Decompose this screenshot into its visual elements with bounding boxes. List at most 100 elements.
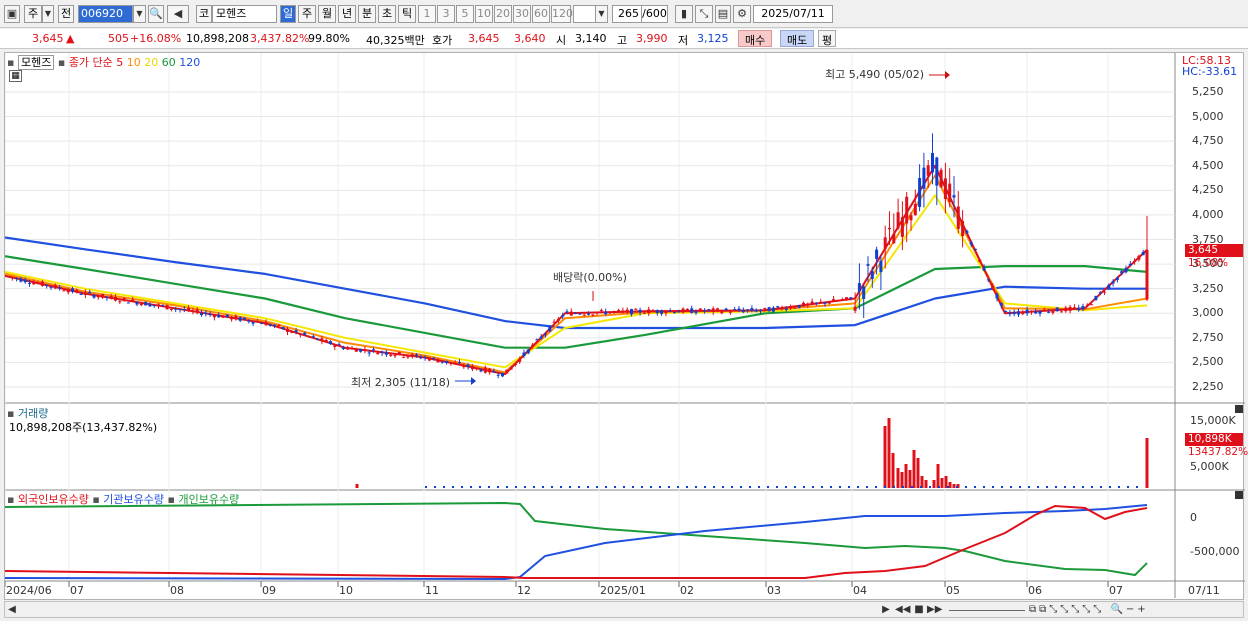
sell-button[interactable]: 매도 bbox=[780, 30, 815, 47]
chart-tools-icon[interactable]: ⧉⧉⤡⤡⤡⤡⤡ 🔍−+ bbox=[1029, 603, 1229, 617]
close-icon[interactable] bbox=[1235, 405, 1243, 413]
candle-body bbox=[926, 165, 930, 176]
candle-body bbox=[552, 321, 556, 323]
chevron-down-icon[interactable]: ▼ bbox=[42, 5, 54, 23]
volume-bar bbox=[887, 418, 891, 488]
tab-minute[interactable]: 분 bbox=[358, 5, 376, 23]
candle-body bbox=[776, 306, 780, 308]
window-menu-icon[interactable]: ▣ bbox=[4, 5, 20, 23]
volume-tick: 5,000K bbox=[1190, 460, 1229, 473]
candle-body bbox=[943, 178, 947, 199]
candle-body bbox=[767, 307, 771, 312]
volume-bar bbox=[623, 486, 625, 488]
candle-body bbox=[1004, 311, 1008, 312]
low-price: 3,125 bbox=[697, 32, 729, 45]
volume-bar bbox=[560, 486, 562, 488]
chart-scrollbar[interactable]: ◀ ▶ ◀◀ ■ ▶▶ ⧉⧉⤡⤡⤡⤡⤡ 🔍−+ bbox=[4, 601, 1244, 618]
minute-option[interactable]: 1 bbox=[418, 5, 436, 23]
volume-bar bbox=[912, 450, 916, 488]
candle-body bbox=[1064, 307, 1068, 312]
ma5-label: 5 bbox=[116, 56, 124, 69]
search-icon[interactable]: 🔍 bbox=[148, 5, 164, 23]
count-input[interactable]: 265 bbox=[612, 5, 642, 23]
calculator-icon[interactable]: ▦ bbox=[9, 70, 22, 82]
volume-bar bbox=[434, 486, 436, 488]
gear-icon[interactable]: ⚙ bbox=[733, 5, 751, 23]
volume-bar bbox=[524, 486, 526, 488]
candle-body bbox=[139, 303, 143, 306]
candle-body bbox=[320, 338, 324, 342]
volume-bar bbox=[830, 486, 832, 488]
forward-icon[interactable]: ▶▶ bbox=[927, 603, 942, 617]
candle-body bbox=[720, 311, 724, 314]
candle-body bbox=[1017, 311, 1020, 315]
price-legend: ▪ 모헨즈 ▪ 종가 단순 5 10 20 60 120 bbox=[7, 55, 201, 70]
tab-day[interactable]: 일 bbox=[280, 5, 296, 23]
rewind-icon[interactable]: ◀◀ bbox=[895, 603, 910, 617]
candle-body bbox=[1145, 249, 1149, 300]
chart-area[interactable]: ▪ 모헨즈 ▪ 종가 단순 5 10 20 60 120 ▦ LC:58.13 … bbox=[4, 52, 1248, 601]
minute-option[interactable]: 10 bbox=[475, 5, 493, 23]
chevron-down-icon[interactable]: ▼ bbox=[133, 5, 146, 23]
x-tick-label: 07 bbox=[70, 584, 84, 597]
prev-button[interactable]: 전 bbox=[58, 5, 74, 23]
buy-button[interactable]: 매수 bbox=[738, 30, 773, 47]
candle-body bbox=[462, 366, 466, 368]
candle-body bbox=[750, 308, 754, 311]
candle-body bbox=[415, 354, 418, 356]
candle-icon[interactable]: ▮ bbox=[675, 5, 693, 23]
foreign-label: 외국인보유수량 bbox=[17, 493, 89, 506]
tab-second[interactable]: 초 bbox=[378, 5, 396, 23]
stock-name-label[interactable]: 모헨즈 bbox=[17, 55, 55, 70]
period-select[interactable]: 주 bbox=[24, 5, 42, 23]
candle-body bbox=[612, 311, 616, 313]
candle-body bbox=[243, 317, 246, 320]
scroll-left-icon[interactable]: ◀ bbox=[7, 603, 17, 617]
candle-body bbox=[15, 277, 19, 279]
minute-option[interactable]: 5 bbox=[456, 5, 474, 23]
trade-amount: 40,325백만 bbox=[366, 34, 425, 47]
stock-name-field[interactable]: 모헨즈 bbox=[212, 5, 277, 23]
candle-body bbox=[1008, 312, 1012, 315]
minute-option[interactable]: 30 bbox=[513, 5, 531, 23]
volume-bar bbox=[632, 486, 634, 488]
speaker-icon[interactable]: ◀ bbox=[167, 5, 189, 23]
candle-body bbox=[870, 271, 874, 280]
candle-body bbox=[1120, 271, 1124, 274]
volume-bar bbox=[1091, 486, 1093, 488]
minute-option[interactable]: 120 bbox=[551, 5, 573, 23]
minute-option[interactable]: 3 bbox=[437, 5, 455, 23]
tab-week[interactable]: 주 bbox=[298, 5, 316, 23]
play-icon[interactable]: ▶ bbox=[881, 603, 891, 617]
candle-body bbox=[165, 304, 169, 310]
candle-body bbox=[1038, 311, 1042, 314]
volume-bar bbox=[704, 486, 706, 488]
volume-bar bbox=[936, 464, 940, 488]
zoom-slider[interactable] bbox=[949, 610, 1025, 611]
date-input[interactable]: 2025/07/11 bbox=[753, 5, 833, 23]
minute-option[interactable]: 20 bbox=[494, 5, 512, 23]
volume-last-pct: 13437.82% bbox=[1188, 446, 1248, 458]
candle-body bbox=[49, 286, 53, 288]
candle-body bbox=[1068, 306, 1072, 311]
candle-body bbox=[634, 308, 638, 310]
stop-icon[interactable]: ■ bbox=[913, 603, 925, 617]
tab-tick[interactable]: 틱 bbox=[398, 5, 416, 23]
candle-body bbox=[948, 183, 952, 202]
volume-bar bbox=[488, 486, 490, 488]
chart-svg[interactable] bbox=[5, 53, 1245, 601]
stock-code-input[interactable]: 006920 bbox=[78, 5, 133, 23]
minute-option[interactable]: 60 bbox=[532, 5, 550, 23]
close-icon[interactable] bbox=[1235, 491, 1243, 499]
price-tick: 5,000 bbox=[1192, 109, 1224, 123]
draw-tool-icon[interactable]: ⤡ bbox=[695, 5, 713, 23]
chevron-down-icon[interactable]: ▼ bbox=[595, 5, 608, 23]
save-icon[interactable]: ▤ bbox=[715, 5, 731, 23]
candle-body bbox=[393, 355, 397, 357]
candle-body bbox=[475, 367, 479, 370]
avg-button[interactable]: 평 bbox=[818, 30, 837, 47]
candle-body bbox=[234, 316, 238, 320]
tab-year[interactable]: 년 bbox=[338, 5, 356, 23]
candle-body bbox=[187, 308, 191, 311]
tab-month[interactable]: 월 bbox=[318, 5, 336, 23]
